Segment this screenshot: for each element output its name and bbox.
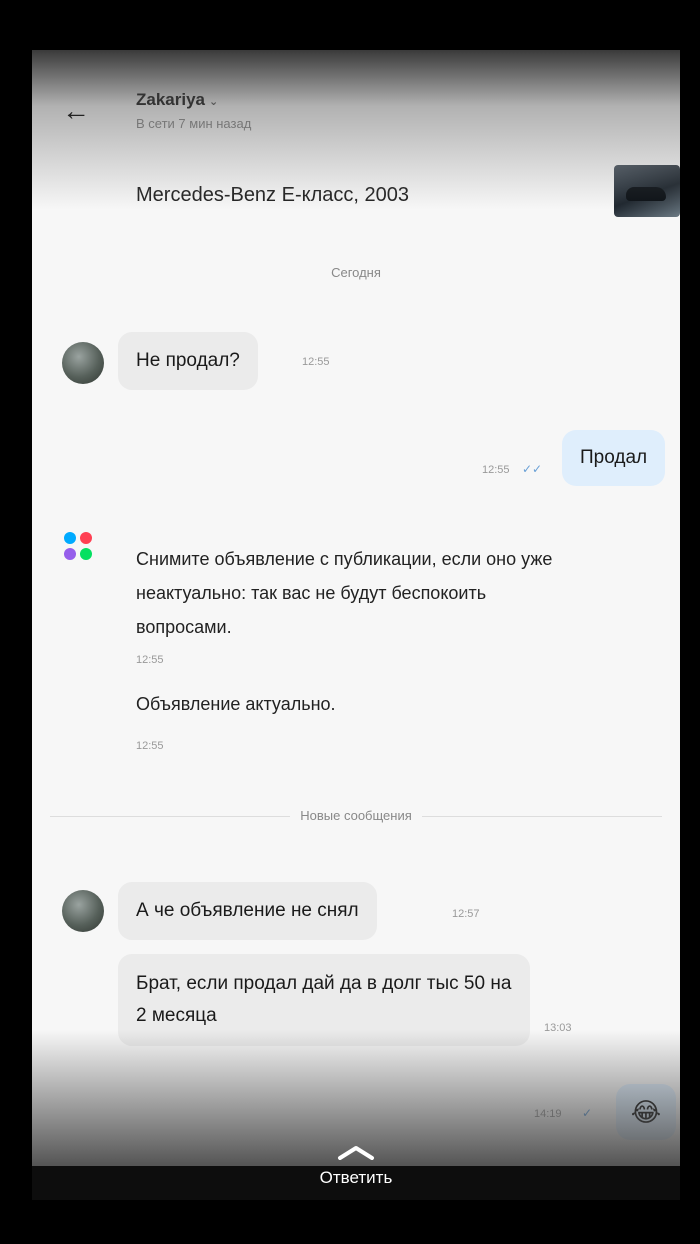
phone-frame: ← Zakariya ⌄ В сети 7 мин назад Mercedes-… xyxy=(18,18,692,1214)
message-text: Не продал? xyxy=(136,350,240,371)
chevron-down-icon: ⌄ xyxy=(209,96,219,108)
reply-label: Ответить xyxy=(319,1168,393,1187)
new-messages-separator: Новые сообщения xyxy=(32,800,680,830)
chevron-up-icon xyxy=(338,1146,374,1160)
system-message-text: Снимите объявление с публикации, если он… xyxy=(136,549,553,637)
message-text: Продал xyxy=(580,447,648,468)
reply-button[interactable]: Ответить xyxy=(32,1144,680,1188)
avito-logo-icon xyxy=(62,530,96,564)
car-shape xyxy=(626,187,666,201)
message-time: 12:57 xyxy=(452,908,480,920)
message-bubble-in[interactable]: Брат, если продал дай да в долг тыс 50 н… xyxy=(118,954,530,1046)
laughing-emoji-icon: 😂 xyxy=(630,1096,662,1127)
new-messages-label-wrap: Новые сообщения xyxy=(32,808,680,823)
message-bubble-in[interactable]: Не продал? xyxy=(118,332,258,390)
logo-dot xyxy=(80,548,92,560)
message-time: 13:03 xyxy=(544,1022,572,1034)
message-time: 12:55 xyxy=(482,464,510,476)
message-time: 12:55 xyxy=(302,356,330,368)
message-bubble-in[interactable]: А че объявление не снял xyxy=(118,882,377,940)
message-time: 12:55 xyxy=(136,654,164,666)
contact-name-label: Zakariya xyxy=(136,90,205,109)
car-thumbnail-icon[interactable] xyxy=(614,165,680,217)
logo-dot xyxy=(80,532,92,544)
new-messages-label: Новые сообщения xyxy=(290,808,422,823)
avatar[interactable] xyxy=(62,890,104,932)
check-icon: ✓ xyxy=(582,1106,593,1120)
message-text: Брат, если продал дай да в долг тыс 50 н… xyxy=(136,973,512,1026)
double-check-icon: ✓✓ xyxy=(522,462,543,476)
date-separator: Сегодня xyxy=(331,265,381,280)
avatar[interactable] xyxy=(62,342,104,384)
system-reply-text: Объявление актуально. xyxy=(136,694,336,714)
chat-screen: ← Zakariya ⌄ В сети 7 мин назад Mercedes-… xyxy=(32,50,680,1200)
contact-status: В сети 7 мин назад xyxy=(136,116,252,131)
message-text: А че объявление не снял xyxy=(136,900,359,921)
listing-title[interactable]: Mercedes-Benz E-класс, 2003 xyxy=(136,184,409,207)
message-time: 14:19 xyxy=(534,1108,562,1120)
message-time: 12:55 xyxy=(136,740,164,752)
message-bubble-out[interactable]: 😂 xyxy=(616,1084,676,1140)
logo-dot xyxy=(64,548,76,560)
back-arrow-icon[interactable]: ← xyxy=(62,96,92,126)
message-bubble-out[interactable]: Продал xyxy=(562,430,666,486)
contact-name[interactable]: Zakariya ⌄ xyxy=(136,90,218,110)
logo-dot xyxy=(64,532,76,544)
